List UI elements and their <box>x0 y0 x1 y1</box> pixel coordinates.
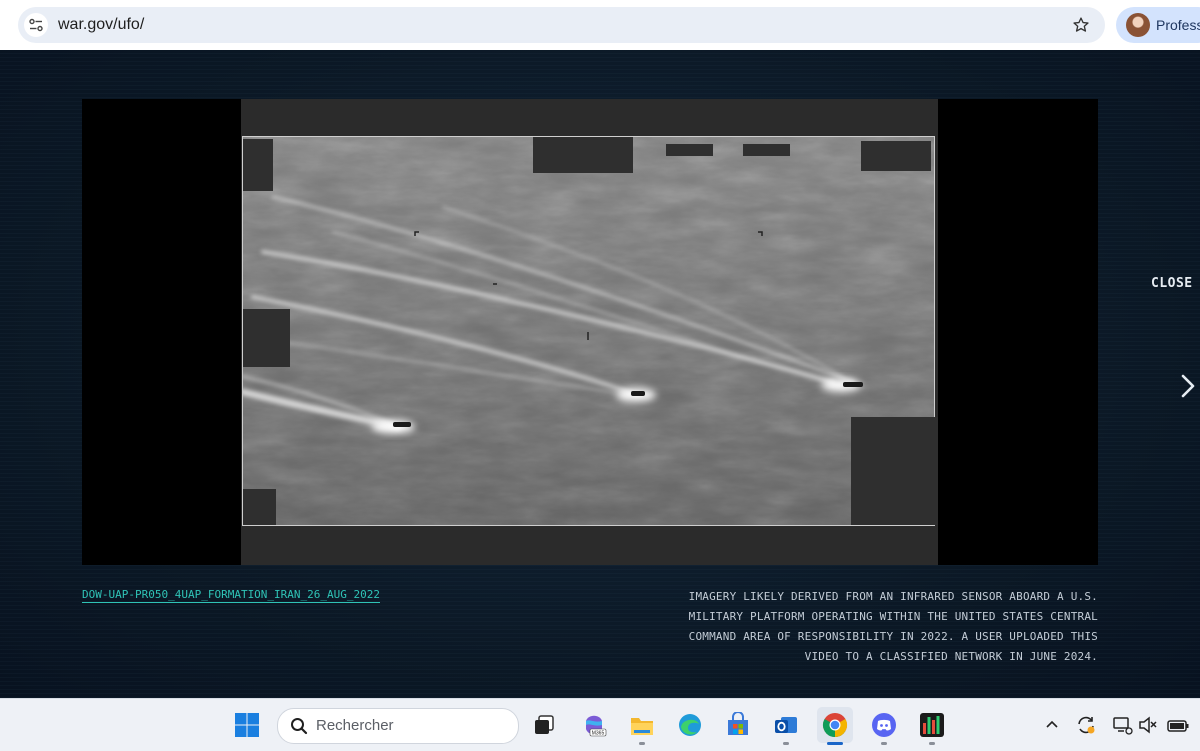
description-line: VIDEO TO A CLASSIFIED NETWORK IN JUNE 20… <box>804 650 1098 663</box>
discord-icon[interactable] <box>866 707 902 745</box>
active-indicator <box>827 742 843 745</box>
chrome-icon[interactable] <box>817 707 853 745</box>
infrared-footage <box>242 136 935 526</box>
volume-muted-icon[interactable] <box>1136 713 1160 737</box>
ufo-page: CLOSE DOW-UAP-PR050_4UAP_FORMATION_IRAN_… <box>0 50 1200 698</box>
redaction-block <box>861 141 931 171</box>
address-bar[interactable]: war.gov/ufo/ <box>18 7 1105 43</box>
profile-avatar <box>1126 13 1150 37</box>
running-indicator <box>881 742 887 745</box>
task-view-icon[interactable] <box>526 707 562 743</box>
show-hidden-icons-chevron[interactable] <box>1040 713 1064 737</box>
battery-icon[interactable] <box>1166 713 1190 737</box>
chevron-right-icon <box>1181 374 1195 398</box>
running-indicator <box>783 742 789 745</box>
sync-icon[interactable] <box>1074 713 1098 737</box>
browser-toolbar: war.gov/ufo/ Professi <box>0 0 1200 50</box>
url-text[interactable]: war.gov/ufo/ <box>58 16 144 34</box>
edge-icon[interactable] <box>672 707 708 743</box>
bookmark-star-icon[interactable] <box>1069 13 1093 37</box>
redaction-block <box>243 139 273 191</box>
redaction-block <box>743 144 790 156</box>
profile-label: Professi <box>1156 17 1200 33</box>
microsoft-store-icon[interactable] <box>720 707 756 743</box>
redaction-block <box>666 144 713 156</box>
svg-text:M365: M365 <box>592 731 605 737</box>
file-explorer-icon[interactable] <box>624 707 660 745</box>
redaction-block <box>533 137 633 173</box>
close-button[interactable]: CLOSE <box>1151 276 1193 291</box>
redaction-block <box>243 309 290 367</box>
outlook-icon[interactable] <box>768 707 804 745</box>
redaction-block <box>851 417 938 525</box>
taskbar-search-input[interactable]: Rechercher <box>277 708 519 744</box>
search-placeholder: Rechercher <box>316 717 394 734</box>
video-canvas <box>241 99 938 565</box>
running-indicator <box>929 742 935 745</box>
search-icon <box>291 718 308 735</box>
video-player[interactable] <box>82 99 1098 565</box>
next-button[interactable] <box>1176 368 1200 404</box>
description-line: IMAGERY LIKELY DERIVED FROM AN INFRARED … <box>688 590 1098 603</box>
microsoft-365-icon[interactable]: M365 <box>576 707 612 743</box>
running-indicator <box>639 742 645 745</box>
windows-start-icon[interactable] <box>229 707 265 743</box>
description-line: COMMAND AREA OF RESPONSIBILITY IN 2022. … <box>688 630 1098 643</box>
video-id-link[interactable]: DOW-UAP-PR050_4UAP_FORMATION_IRAN_26_AUG… <box>82 588 381 603</box>
video-description: IMAGERY LIKELY DERIVED FROM AN INFRARED … <box>638 587 1098 667</box>
site-info-icon[interactable] <box>24 13 48 37</box>
network-icon[interactable] <box>1110 713 1134 737</box>
profile-button[interactable]: Professi <box>1116 7 1200 43</box>
description-line: MILITARY PLATFORM OPERATING WITHIN THE U… <box>688 610 1098 623</box>
redaction-block <box>243 489 276 525</box>
app-monitor-icon[interactable] <box>914 707 950 745</box>
windows-taskbar: Rechercher M365 <box>0 698 1200 751</box>
